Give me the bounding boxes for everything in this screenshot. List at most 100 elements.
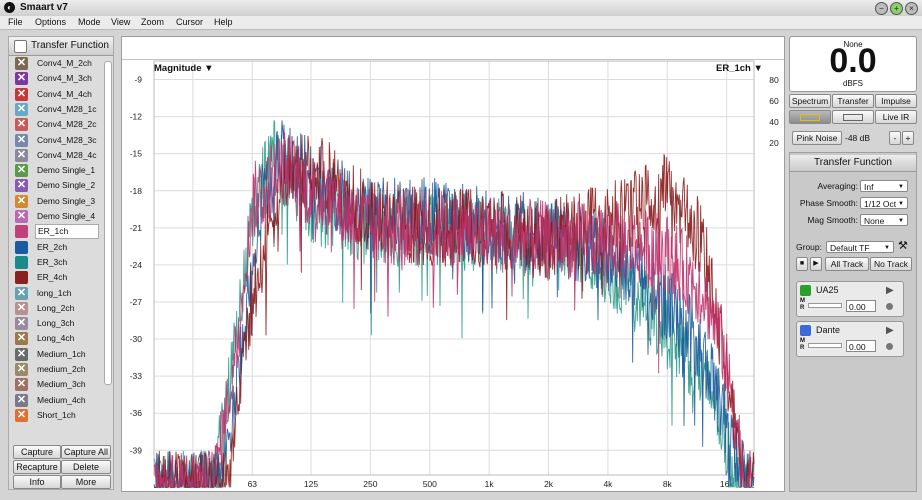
level-meter[interactable]: None 0.0 dBFS bbox=[789, 36, 917, 92]
tab-transfer[interactable]: Transfer bbox=[832, 94, 874, 108]
info-button[interactable]: Info bbox=[13, 475, 61, 489]
trace-item[interactable]: ✕ Conv4_M_4ch bbox=[15, 87, 103, 102]
gain-value-field[interactable]: 0.00 bbox=[846, 340, 876, 352]
x-icon[interactable]: ✕ bbox=[15, 148, 28, 162]
single-view-button[interactable] bbox=[789, 110, 831, 124]
delete-button[interactable]: Delete bbox=[61, 460, 111, 474]
x-icon[interactable]: ✕ bbox=[15, 118, 28, 132]
wrench-icon[interactable]: ⚒ bbox=[898, 240, 908, 253]
menu-options[interactable]: Options bbox=[35, 16, 66, 29]
trace-list-scrollbar[interactable] bbox=[104, 61, 112, 385]
menu-mode[interactable]: Mode bbox=[78, 16, 101, 29]
trace-item[interactable]: ✕ long_1ch bbox=[15, 286, 103, 301]
close-button[interactable]: × bbox=[905, 2, 918, 15]
x-icon[interactable]: ✕ bbox=[15, 363, 28, 376]
live-ir-button[interactable]: Live IR bbox=[875, 110, 917, 124]
trace-item[interactable]: ER_3ch bbox=[15, 255, 103, 270]
group-visibility-checkbox[interactable] bbox=[14, 40, 27, 53]
gain-value-field[interactable]: 0.00 bbox=[846, 300, 876, 312]
no-track-button[interactable]: No Track bbox=[870, 257, 912, 271]
split-view-button[interactable] bbox=[832, 110, 874, 124]
trace-color-swatch[interactable] bbox=[15, 271, 28, 285]
minimize-button[interactable]: − bbox=[875, 2, 888, 15]
recapture-button[interactable]: Recapture bbox=[13, 460, 61, 474]
pink-noise-minus-button[interactable]: - bbox=[889, 131, 901, 145]
group-select[interactable]: Default TF ▼ bbox=[826, 241, 894, 253]
x-icon[interactable]: ✕ bbox=[15, 393, 28, 407]
trace-color-swatch[interactable] bbox=[15, 225, 28, 239]
trace-item[interactable]: ✕ Long_2ch bbox=[15, 301, 103, 316]
trace-item[interactable]: ✕ Medium_4ch bbox=[15, 393, 103, 408]
device-color-swatch[interactable] bbox=[800, 325, 811, 336]
x-icon[interactable]: ✕ bbox=[15, 164, 28, 178]
magnitude-plot-area[interactable]: -9-12-15-18-21-24-27-30-33-36-3931.5 63 12… bbox=[122, 59, 784, 491]
more-button[interactable]: More bbox=[61, 475, 111, 489]
x-icon[interactable]: ✕ bbox=[15, 179, 28, 193]
x-icon[interactable]: ✕ bbox=[15, 317, 28, 331]
menu-cursor[interactable]: Cursor bbox=[176, 16, 203, 29]
trace-item[interactable]: ✕ Long_3ch bbox=[15, 316, 103, 331]
x-icon[interactable]: ✕ bbox=[15, 332, 28, 346]
transfer-function-plot[interactable]: -9 -12 -15 -18 -21 -24 -27 -30 -33 -36 -39 31.5 63 12… bbox=[121, 36, 785, 492]
transfer-function-header[interactable]: Transfer Function bbox=[9, 37, 113, 56]
menu-zoom[interactable]: Zoom bbox=[141, 16, 164, 29]
gain-slider[interactable] bbox=[808, 343, 842, 348]
trace-item[interactable]: ✕ Demo Single_3 bbox=[15, 194, 103, 209]
x-icon[interactable]: ✕ bbox=[15, 57, 28, 70]
menu-view[interactable]: View bbox=[111, 16, 130, 29]
tab-impulse[interactable]: Impulse bbox=[875, 94, 917, 108]
play-arrow-icon[interactable]: ▶ bbox=[886, 324, 894, 337]
trace-item[interactable]: ✕ Demo Single_2 bbox=[15, 178, 103, 193]
menu-help[interactable]: Help bbox=[214, 16, 233, 29]
trace-selector[interactable]: ER_1ch ▼ bbox=[716, 63, 763, 74]
trace-item[interactable]: ✕ Conv4_M28_4ch bbox=[15, 148, 103, 163]
trace-item[interactable]: ✕ Medium_3ch bbox=[15, 377, 103, 392]
trace-color-swatch[interactable] bbox=[15, 255, 28, 269]
x-icon[interactable]: ✕ bbox=[15, 286, 28, 300]
play-arrow-icon[interactable]: ▶ bbox=[886, 284, 894, 297]
input-device-dante[interactable]: Dante ▶ M R 0.00 bbox=[796, 321, 904, 357]
device-color-swatch[interactable] bbox=[800, 285, 811, 296]
maximize-button[interactable]: + bbox=[890, 2, 903, 15]
trace-item[interactable]: ✕ Conv4_M_2ch bbox=[15, 56, 103, 71]
trace-item[interactable]: ✕ Conv4_M_3ch bbox=[15, 71, 103, 86]
x-icon[interactable]: ✕ bbox=[15, 72, 28, 86]
x-icon[interactable]: ✕ bbox=[15, 347, 28, 361]
x-icon[interactable]: ✕ bbox=[15, 194, 28, 208]
trace-item[interactable]: ER_2ch bbox=[15, 240, 103, 255]
mag-smooth-select[interactable]: None ▼ bbox=[860, 214, 908, 226]
x-icon[interactable]: ✕ bbox=[15, 102, 28, 116]
trace-item[interactable]: ER_4ch bbox=[15, 270, 103, 285]
trace-item[interactable]: ✕ medium_2ch bbox=[15, 362, 103, 377]
x-icon[interactable]: ✕ bbox=[15, 87, 28, 101]
play-button[interactable]: ▶ bbox=[810, 257, 822, 271]
trace-color-swatch[interactable] bbox=[15, 240, 28, 254]
trace-item[interactable]: ✕ Medium_1ch bbox=[15, 347, 103, 362]
averaging-select[interactable]: Inf ▼ bbox=[860, 180, 908, 192]
x-icon[interactable]: ✕ bbox=[15, 408, 28, 422]
trace-item[interactable]: ✕ Long_4ch bbox=[15, 331, 103, 346]
stop-button[interactable]: ■ bbox=[796, 257, 808, 271]
capture-all-button[interactable]: Capture All bbox=[61, 445, 111, 459]
trace-item[interactable]: ✕ Demo Single_4 bbox=[15, 209, 103, 224]
x-icon[interactable]: ✕ bbox=[15, 133, 28, 147]
trace-item[interactable]: ✕ Conv4_M28_1ch bbox=[15, 102, 103, 117]
trace-item[interactable]: ✕ Demo Single_1 bbox=[15, 163, 103, 178]
pink-noise-button[interactable]: Pink Noise bbox=[792, 131, 842, 145]
input-device-ua25[interactable]: UA25 ▶ M R 0.00 bbox=[796, 281, 904, 317]
gain-slider[interactable] bbox=[808, 303, 842, 308]
trace-item[interactable]: ER_1ch bbox=[15, 224, 103, 240]
trace-item[interactable]: ✕ Conv4_M28_3ch bbox=[15, 133, 103, 148]
pink-noise-plus-button[interactable]: + bbox=[902, 131, 914, 145]
trace-item[interactable]: ✕ Conv4_M28_2ch bbox=[15, 117, 103, 132]
all-track-button[interactable]: All Track bbox=[825, 257, 869, 271]
capture-button[interactable]: Capture bbox=[13, 445, 61, 459]
tab-spectrum[interactable]: Spectrum bbox=[789, 94, 831, 108]
x-icon[interactable]: ✕ bbox=[15, 301, 28, 315]
phase-smooth-select[interactable]: 1/12 Oct ▼ bbox=[860, 197, 908, 209]
measurement-type-selector[interactable]: Magnitude ▼ bbox=[154, 63, 214, 74]
menu-file[interactable]: File bbox=[8, 16, 23, 29]
x-icon[interactable]: ✕ bbox=[15, 378, 28, 392]
trace-item[interactable]: ✕ Short_1ch bbox=[15, 408, 103, 423]
x-icon[interactable]: ✕ bbox=[15, 210, 28, 223]
